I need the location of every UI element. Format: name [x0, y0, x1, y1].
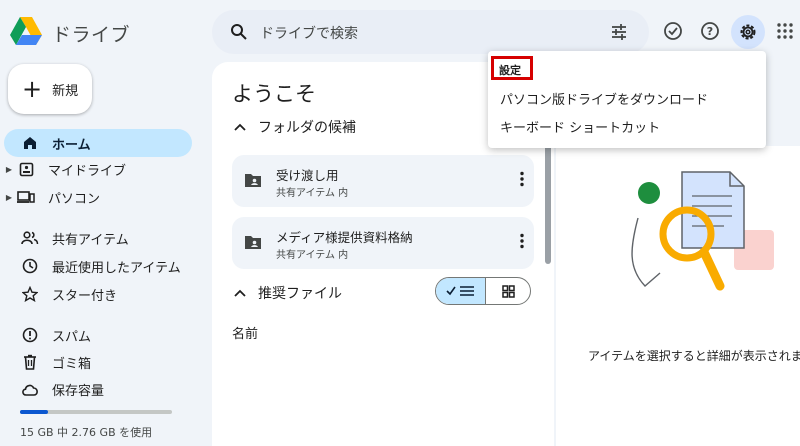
settings-menu: 設定 パソコン版ドライブをダウンロード キーボード ショートカット	[488, 51, 766, 148]
svg-text:?: ?	[707, 25, 713, 38]
apps-grid-icon[interactable]	[772, 18, 798, 44]
sidebar-item-computers[interactable]: ▶ パソコン	[0, 183, 192, 211]
details-empty-message: アイテムを選択すると詳細が表示されま	[588, 349, 800, 363]
chevron-up-icon[interactable]	[234, 123, 246, 131]
details-illustration	[620, 168, 780, 308]
list-view-button[interactable]	[436, 278, 486, 304]
sidebar-item-shared[interactable]: 共有アイテム	[0, 224, 192, 252]
cloud-icon	[20, 379, 40, 399]
sidebar-item-spam[interactable]: スパム	[0, 321, 192, 349]
storage-usage-text: 15 GB 中 2.76 GB を使用	[20, 426, 153, 439]
search-input[interactable]: ドライブで検索	[260, 23, 358, 43]
clock-icon	[20, 256, 40, 276]
storage-usage-bar	[20, 410, 172, 414]
spam-icon	[20, 325, 40, 345]
suggested-folders-header[interactable]: フォルダの候補	[234, 117, 356, 137]
expand-caret-icon[interactable]: ▶	[0, 193, 12, 202]
more-options-icon[interactable]	[520, 171, 524, 187]
search-options-icon[interactable]	[610, 23, 628, 41]
menu-item-settings[interactable]: 設定	[491, 56, 533, 80]
offline-status-icon[interactable]	[660, 18, 686, 44]
google-drive-logo[interactable]	[10, 17, 42, 47]
search-bar[interactable]: ドライブで検索	[212, 10, 649, 54]
home-icon	[20, 133, 40, 153]
star-icon	[20, 284, 40, 304]
sidebar-item-recent[interactable]: 最近使用したアイテム	[0, 252, 192, 280]
new-button[interactable]: + 新規	[8, 64, 92, 114]
more-options-icon[interactable]	[520, 233, 524, 249]
app-title: ドライブ	[52, 24, 131, 46]
menu-item-keyboard-shortcuts[interactable]: キーボード ショートカット	[500, 117, 660, 136]
my-drive-icon	[16, 159, 36, 179]
menu-item-download-desktop[interactable]: パソコン版ドライブをダウンロード	[500, 89, 708, 108]
folder-card[interactable]: 受け渡し用 共有アイテム 内	[232, 155, 534, 207]
view-toggle[interactable]	[435, 277, 531, 305]
people-icon	[20, 228, 40, 248]
name-column-header[interactable]: 名前	[232, 323, 258, 342]
storage-usage-fill	[20, 410, 48, 414]
shared-folder-icon	[244, 234, 262, 250]
chevron-up-icon[interactable]	[234, 289, 246, 297]
folder-card[interactable]: メディア様提供資料格納 共有アイテム 内	[232, 217, 534, 269]
settings-gear-icon[interactable]	[731, 15, 765, 49]
search-icon[interactable]	[230, 23, 248, 41]
sidebar-item-home[interactable]: ホーム	[4, 129, 192, 157]
main-scrollbar[interactable]	[545, 140, 551, 264]
sidebar-item-starred[interactable]: スター付き	[0, 280, 192, 308]
sidebar-item-storage[interactable]: 保存容量	[0, 375, 192, 403]
sidebar-item-trash[interactable]: ゴミ箱	[0, 348, 192, 376]
help-icon[interactable]: ?	[697, 18, 723, 44]
expand-caret-icon[interactable]: ▶	[0, 165, 12, 174]
suggested-files-header[interactable]: 推奨ファイル	[234, 283, 342, 303]
grid-view-button[interactable]	[486, 278, 530, 304]
page-title: ようこそ	[232, 82, 316, 106]
plus-icon: +	[22, 75, 43, 103]
shared-folder-icon	[244, 172, 262, 188]
sidebar-item-my-drive[interactable]: ▶ マイドライブ	[0, 155, 192, 183]
computer-icon	[16, 187, 36, 207]
trash-icon	[20, 352, 40, 372]
